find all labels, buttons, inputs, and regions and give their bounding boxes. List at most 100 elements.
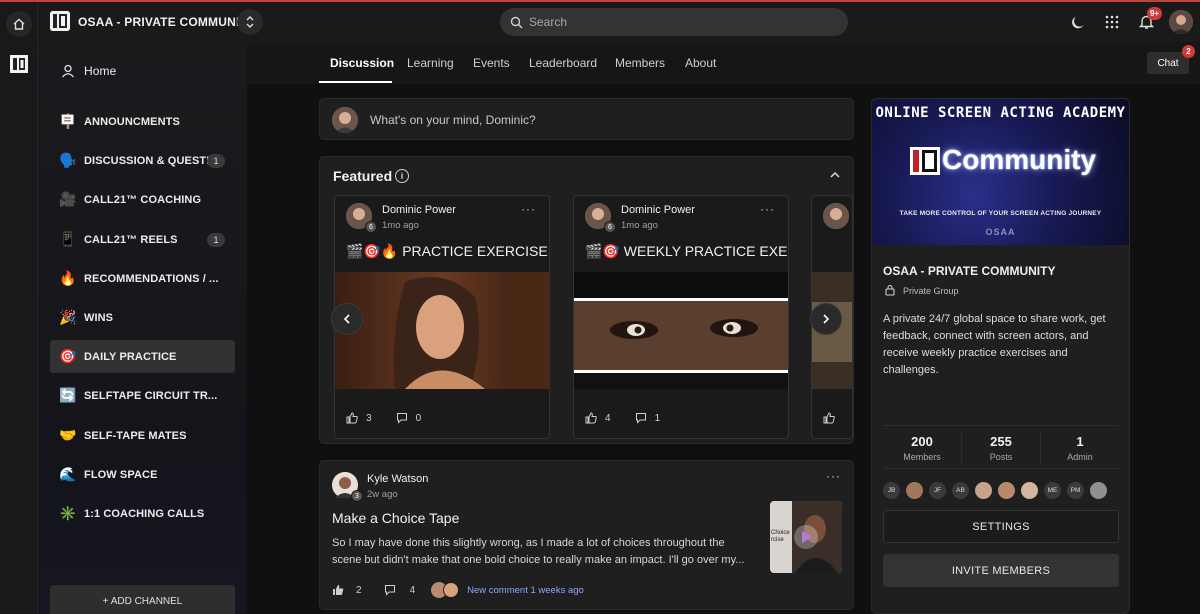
post-image[interactable]	[335, 272, 549, 389]
author-avatar[interactable]: 3	[332, 472, 363, 502]
target-emoji-icon: 🎯	[59, 348, 77, 364]
chevron-left-icon	[343, 314, 350, 324]
commenter-avatar[interactable]	[443, 582, 460, 598]
thumbs-up-icon[interactable]	[585, 412, 597, 424]
thumbs-up-icon[interactable]	[823, 412, 835, 424]
party-popper-emoji-icon: 🎉	[59, 309, 77, 325]
sidebar-item-self-tape-mates[interactable]: 🤝 SELF-TAPE MATES	[50, 419, 235, 452]
search-input[interactable]: Search	[500, 8, 848, 36]
community-name[interactable]: OSAA - PRIVATE COMMUNITY	[78, 15, 255, 29]
author-name[interactable]: Kyle Watson	[367, 473, 428, 485]
sidebar-item-flow-space[interactable]: 🌊 FLOW SPACE	[50, 458, 235, 491]
sidebar-item-wins[interactable]: 🎉 WINS	[50, 301, 235, 334]
tab-leaderboard[interactable]: Leaderboard	[529, 56, 597, 70]
author-avatar[interactable]: 6	[585, 203, 616, 233]
moon-icon[interactable]	[1069, 12, 1089, 32]
fire-emoji-icon: 🔥	[59, 270, 77, 286]
author-avatar[interactable]: 6	[346, 203, 377, 233]
banner-footer-logo: OSAA	[985, 227, 1016, 237]
community-icon[interactable]	[50, 11, 70, 31]
more-options-icon[interactable]: ···	[826, 469, 841, 483]
level-badge: 6	[604, 221, 616, 233]
video-thumbnail[interactable]: Choice rcise	[770, 501, 842, 573]
sidebar-item-home[interactable]: Home	[50, 54, 235, 87]
author-name[interactable]: Dominic Power	[621, 204, 695, 216]
member-avatar[interactable]: AB	[952, 482, 969, 499]
settings-button[interactable]: SETTINGS	[883, 510, 1119, 543]
member-avatar[interactable]: PM	[1067, 482, 1084, 499]
member-avatar[interactable]	[998, 482, 1015, 499]
sidebar-item-discussion[interactable]: 🗣️ DISCUSSION & QUESTI... 1	[50, 144, 235, 177]
sidebar-item-label: ANNOUNCMENTS	[84, 115, 180, 128]
sidebar-item-label: CALL21™ COACHING	[84, 193, 202, 206]
banner-heading: ONLINE SCREEN ACTING ACADEMY	[875, 105, 1126, 121]
post-title: 🎬🎯🔥 PRACTICE EXERCISE	[346, 243, 548, 260]
comment-icon[interactable]	[635, 412, 647, 424]
sidebar-item-coaching-calls[interactable]: ✳️ 1:1 COACHING CALLS	[50, 497, 235, 530]
member-avatar[interactable]: JF	[929, 482, 946, 499]
stat-label: Admin	[1067, 452, 1093, 462]
post-title[interactable]: Make a Choice Tape	[332, 510, 459, 526]
more-options-icon[interactable]: ···	[760, 202, 775, 216]
sidebar-item-label: SELF-TAPE MATES	[84, 429, 187, 442]
sidebar-item-call21-coaching[interactable]: 🎥 CALL21™ COACHING	[50, 183, 235, 216]
feed-post-card[interactable]: 3 Kyle Watson 2w ago ··· Make a Choice T…	[319, 460, 854, 610]
comment-count: 4	[409, 584, 416, 596]
switch-community-icon[interactable]	[237, 9, 263, 35]
stat-admin[interactable]: 1 Admin	[1041, 434, 1119, 462]
carousel-prev-button[interactable]	[331, 303, 363, 335]
post-composer[interactable]: What's on your mind, Dominic?	[319, 98, 854, 140]
member-avatar[interactable]: JB	[883, 482, 900, 499]
person-icon	[62, 64, 74, 77]
apps-grid-icon[interactable]	[1102, 12, 1122, 32]
comment-icon[interactable]	[396, 412, 408, 424]
member-avatars: JB JF AB ME PM	[883, 482, 1113, 499]
sidebar-item-label: DAILY PRACTICE	[84, 350, 177, 363]
community-logo-icon[interactable]	[9, 54, 29, 74]
featured-post-card[interactable]: 6 Dominic Power 1mo ago ··· 🎬🎯🔥 PRACTICE…	[334, 195, 550, 439]
comment-icon[interactable]	[384, 584, 396, 596]
carousel-next-button[interactable]	[810, 303, 842, 335]
cycle-emoji-icon: 🔄	[59, 387, 77, 403]
tab-about[interactable]: About	[685, 56, 716, 70]
thumbnail-caption: Choice rcise	[771, 530, 790, 543]
comment-count: 0	[415, 412, 422, 424]
thumbs-up-icon[interactable]	[346, 412, 358, 424]
tab-members[interactable]: Members	[615, 56, 665, 70]
member-avatar[interactable]	[975, 482, 992, 499]
stat-members[interactable]: 200 Members	[883, 434, 961, 462]
post-stats: 4 1	[585, 412, 660, 424]
stat-posts[interactable]: 255 Posts	[962, 434, 1040, 462]
tab-discussion[interactable]: Discussion	[330, 56, 394, 70]
sidebar-item-selftape-circuit[interactable]: 🔄 SELFTAPE CIRCUIT TR...	[50, 379, 235, 412]
sidebar-item-label: FLOW SPACE	[84, 468, 158, 481]
phone-emoji-icon: 📱	[59, 231, 77, 247]
featured-post-card[interactable]: 6 Dominic Power 1mo ago ··· 🎬🎯 WEEKLY PR…	[573, 195, 789, 439]
member-avatar[interactable]: ME	[1044, 482, 1061, 499]
sidebar-item-recommendations[interactable]: 🔥 RECOMMENDATIONS / ...	[50, 262, 235, 295]
more-options-icon[interactable]: ···	[521, 202, 536, 216]
sidebar-item-daily-practice[interactable]: 🎯 DAILY PRACTICE	[50, 340, 235, 373]
tab-events[interactable]: Events	[473, 56, 510, 70]
member-avatar[interactable]	[1021, 482, 1038, 499]
sidebar-item-call21-reels[interactable]: 📱 CALL21™ REELS 1	[50, 223, 235, 256]
member-avatar[interactable]	[1090, 482, 1107, 499]
author-avatar[interactable]	[823, 203, 849, 229]
add-channel-button[interactable]: + ADD CHANNEL	[50, 585, 235, 614]
wave-emoji-icon: 🌊	[59, 466, 77, 482]
member-avatar[interactable]	[906, 482, 923, 499]
post-time: 1mo ago	[382, 220, 419, 231]
invite-members-button[interactable]: INVITE MEMBERS	[883, 554, 1119, 587]
top-bar: OSAA - PRIVATE COMMUNITY Search 9+	[38, 2, 1200, 42]
sidebar-item-announcements[interactable]: 🪧 ANNOUNCMENTS	[50, 105, 235, 138]
user-avatar	[332, 107, 358, 133]
author-name[interactable]: Dominic Power	[382, 204, 456, 216]
info-icon[interactable]: i	[395, 169, 409, 183]
tab-learning[interactable]: Learning	[407, 56, 454, 70]
new-comment-link[interactable]: New comment 1 weeks ago	[467, 585, 584, 596]
thumbs-up-icon[interactable]	[332, 584, 344, 596]
chevron-up-icon[interactable]	[829, 169, 841, 181]
post-image[interactable]	[574, 272, 788, 389]
home-icon[interactable]	[6, 11, 32, 37]
user-avatar[interactable]	[1169, 10, 1193, 34]
